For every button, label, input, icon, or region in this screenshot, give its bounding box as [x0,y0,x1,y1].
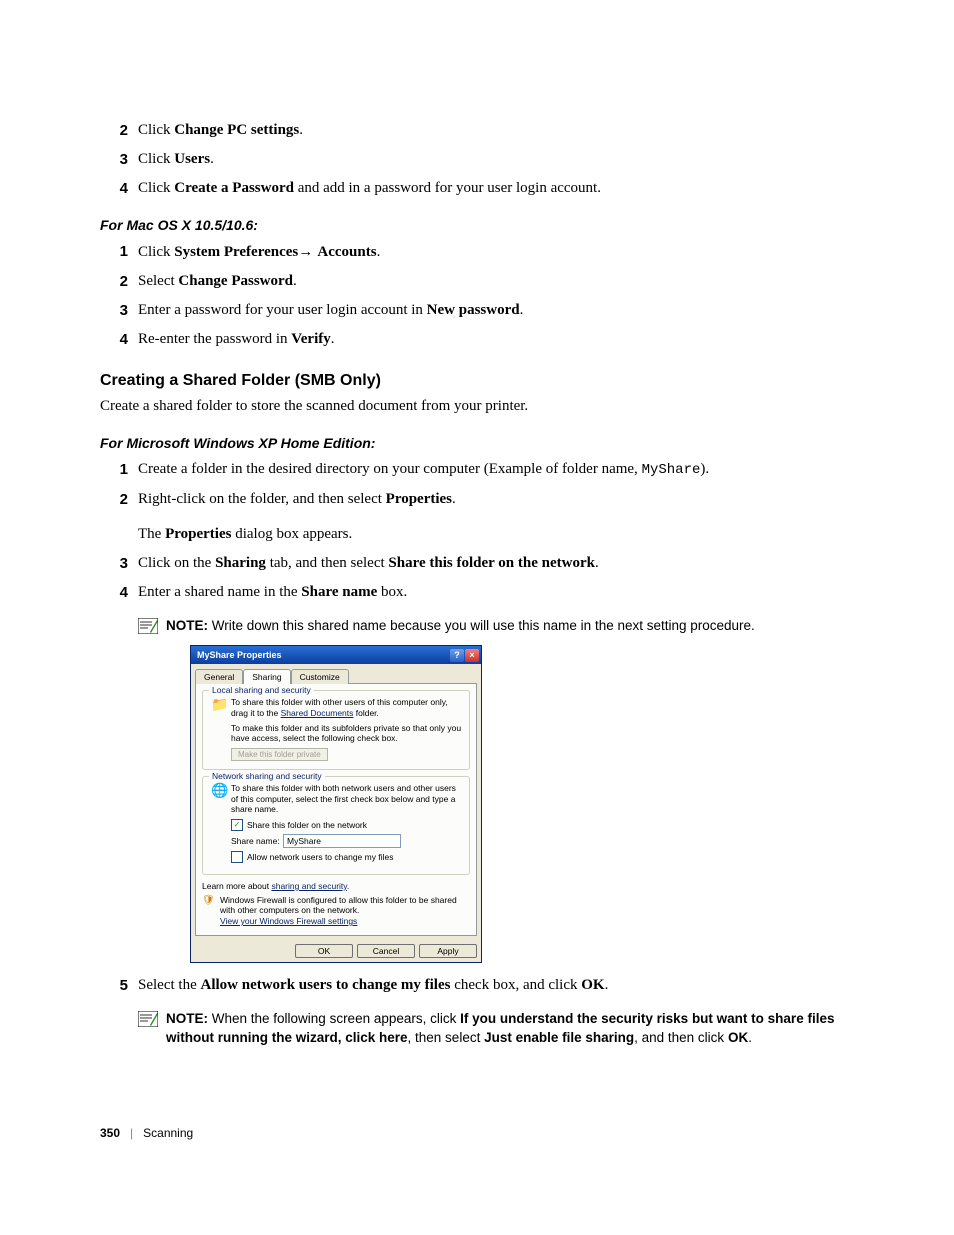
make-private-checkbox: Make this folder private [231,748,328,761]
steps-xp-c: 5Select the Allow network users to chang… [100,975,854,996]
section-name: Scanning [143,1126,193,1140]
step-body: Select Change Password. [138,271,854,292]
note-following-screen: NOTE: When the following screen appears,… [100,1010,854,1048]
heading-mac: For Mac OS X 10.5/10.6: [100,217,854,233]
pencil-icon [138,618,158,634]
group-title: Network sharing and security [209,771,325,781]
folder-icon: 📁 [209,697,231,711]
step-number: 3 [100,553,138,574]
allow-change-checkbox[interactable]: Allow network users to change my files [231,851,463,863]
step-number: 2 [100,489,138,510]
ok-button[interactable]: OK [295,944,353,958]
steps-xp-a: 1Create a folder in the desired director… [100,459,854,510]
sharing-security-link[interactable]: sharing and security [271,881,346,891]
step-number: 4 [100,329,138,350]
step-body: Click Create a Password and add in a pas… [138,178,854,199]
step-body: Select the Allow network users to change… [138,975,854,996]
step-number: 3 [100,300,138,321]
screenshot-properties-dialog: MyShare Properties ? × General Sharing C… [100,645,854,962]
step-item: 3Click on the Sharing tab, and then sele… [100,553,854,574]
footer-divider: | [130,1126,133,1140]
share-on-network-checkbox[interactable]: ✓Share this folder on the network [231,819,463,831]
network-share-text: To share this folder with both network u… [231,783,463,815]
dialog-title: MyShare Properties [197,650,449,660]
pencil-icon [138,1011,158,1027]
note-write-down: NOTE: Write down this shared name becaus… [100,617,854,636]
step-item: 2Right-click on the folder, and then sel… [100,489,854,510]
share-name-label: Share name: [231,836,283,846]
steps-xp-b: 3Click on the Sharing tab, and then sele… [100,553,854,603]
close-icon[interactable]: × [465,649,479,662]
properties-appears: The Properties dialog box appears. [100,524,854,545]
step-number: 1 [100,459,138,480]
step-body: Enter a password for your user login acc… [138,300,854,321]
step-body: Re-enter the password in Verify. [138,329,854,350]
step-body: Enter a shared name in the Share name bo… [138,582,854,603]
tab-general[interactable]: General [195,669,243,684]
shield-icon: 🛡 [202,895,216,906]
step-item: 1Click System Preferences→ Accounts. [100,241,854,263]
local-share-text: To share this folder with other users of… [231,697,463,718]
step-body: Click System Preferences→ Accounts. [138,241,854,263]
note-text: NOTE: Write down this shared name becaus… [166,617,854,636]
tab-customize[interactable]: Customize [291,669,349,684]
step-item: 4Enter a shared name in the Share name b… [100,582,854,603]
heading-smb: Creating a Shared Folder (SMB Only) [100,372,854,390]
step-item: 4Re-enter the password in Verify. [100,329,854,350]
firewall-notice: 🛡 Windows Firewall is configured to allo… [202,895,470,927]
step-number: 3 [100,149,138,170]
heading-xp: For Microsoft Windows XP Home Edition: [100,435,854,451]
step-item: 3Click Users. [100,149,854,170]
private-text: To make this folder and its subfolders p… [231,723,463,744]
group-title: Local sharing and security [209,685,314,695]
page-footer: 350 | Scanning [100,1126,193,1140]
step-number: 1 [100,241,138,262]
step-body: Click on the Sharing tab, and then selec… [138,553,854,574]
checkbox-unchecked-icon [231,851,243,863]
group-local-sharing: Local sharing and security 📁 To share th… [202,690,470,770]
step-item: 4Click Create a Password and add in a pa… [100,178,854,199]
checkbox-checked-icon: ✓ [231,819,243,831]
step-item: 3Enter a password for your user login ac… [100,300,854,321]
step-number: 4 [100,178,138,199]
steps-mac: 1Click System Preferences→ Accounts. 2Se… [100,241,854,350]
step-number: 4 [100,582,138,603]
tab-sharing[interactable]: Sharing [243,669,290,684]
xp-dialog: MyShare Properties ? × General Sharing C… [190,645,482,962]
help-icon[interactable]: ? [450,649,464,662]
steps-change-pc: 2Click Change PC settings. 3Click Users.… [100,120,854,199]
learn-more: Learn more about sharing and security. [202,881,470,891]
xp-tabs: General Sharing Customize [191,664,481,683]
step-body: Right-click on the folder, and then sele… [138,489,854,510]
step-body: Click Change PC settings. [138,120,854,141]
group-network-sharing: Network sharing and security 🌐 To share … [202,776,470,875]
step-body: Create a folder in the desired directory… [138,459,854,481]
step-number: 2 [100,120,138,141]
step-number: 2 [100,271,138,292]
page-number: 350 [100,1126,120,1140]
xp-titlebar: MyShare Properties ? × [191,646,481,664]
share-name-input[interactable] [283,834,401,848]
step-body: Click Users. [138,149,854,170]
share-name-field: Share name: [231,834,463,848]
tab-body: Local sharing and security 📁 To share th… [195,683,477,935]
shared-documents-link[interactable]: Shared Documents [281,708,354,718]
page-content: 2Click Change PC settings. 3Click Users.… [0,0,954,1180]
apply-button[interactable]: Apply [419,944,477,958]
step-item: 5Select the Allow network users to chang… [100,975,854,996]
step-item: 1Create a folder in the desired director… [100,459,854,481]
dialog-buttons: OK Cancel Apply [191,940,481,962]
step-item: 2Click Change PC settings. [100,120,854,141]
network-folder-icon: 🌐 [209,783,231,797]
firewall-settings-link[interactable]: View your Windows Firewall settings [220,916,470,927]
smb-intro: Create a shared folder to store the scan… [100,396,854,417]
cancel-button[interactable]: Cancel [357,944,415,958]
step-item: 2Select Change Password. [100,271,854,292]
note-text: NOTE: When the following screen appears,… [166,1010,854,1048]
step-number: 5 [100,975,138,996]
